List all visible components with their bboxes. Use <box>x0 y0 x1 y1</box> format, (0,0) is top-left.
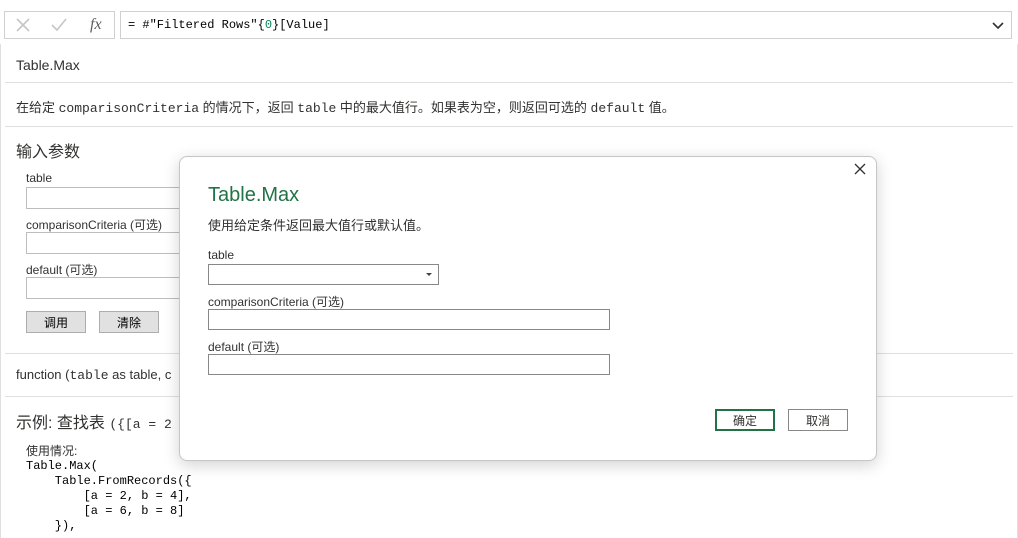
params-title: 输入参数 <box>16 144 81 161</box>
formula-input[interactable]: = #"Filtered Rows"{0}[Value] <box>120 11 1012 39</box>
insert-function-button[interactable]: fx <box>78 12 114 38</box>
chevron-down-icon[interactable] <box>988 15 1008 35</box>
param-input-default[interactable] <box>26 277 196 299</box>
field-label-comparison: comparisonCriteria (可选) <box>208 295 345 309</box>
param-label-table: table <box>26 171 53 185</box>
clear-button[interactable]: 清除 <box>99 311 159 333</box>
default-input[interactable] <box>208 354 610 375</box>
ok-button[interactable]: 确定 <box>715 409 775 431</box>
checkmark-icon <box>51 18 68 32</box>
formula-bar-buttons: fx <box>4 11 115 39</box>
close-icon[interactable] <box>852 161 868 177</box>
field-label-table: table <box>208 248 235 262</box>
param-label-comparison: comparisonCriteria (可选) <box>26 218 163 232</box>
table-select[interactable] <box>208 264 439 285</box>
comparison-criteria-input[interactable] <box>208 309 610 330</box>
function-signature: function (table as table, c <box>16 367 172 383</box>
fx-icon: fx <box>90 16 102 33</box>
divider <box>5 82 1013 83</box>
function-description: 在给定 comparisonCriteria 的情况下，返回 table 中的最… <box>16 100 675 116</box>
confirm-edit-button[interactable] <box>41 12 77 38</box>
dropdown-arrow-icon <box>426 273 432 276</box>
cancel-edit-button[interactable] <box>5 12 41 38</box>
dialog-title: Table.Max <box>208 184 300 206</box>
usage-code: Table.Max( Table.FromRecords({ [a = 2, b… <box>26 459 192 533</box>
param-input-table[interactable] <box>26 187 196 209</box>
example-title: 示例: 查找表 ({[a = 2 <box>16 415 172 432</box>
close-icon <box>16 18 30 32</box>
param-input-comparison[interactable] <box>26 232 196 254</box>
invoke-function-dialog: Table.Max 使用给定条件返回最大值行或默认值。 table compar… <box>179 156 877 461</box>
cancel-button[interactable]: 取消 <box>788 409 848 431</box>
param-label-default: default (可选) <box>26 263 98 277</box>
function-name: Table.Max <box>16 57 80 73</box>
field-label-default: default (可选) <box>208 340 280 354</box>
formula-text[interactable]: = #"Filtered Rows"{0}[Value] <box>128 18 330 32</box>
usage-label: 使用情况: <box>26 444 78 458</box>
invoke-button[interactable]: 调用 <box>26 311 86 333</box>
dialog-description: 使用给定条件返回最大值行或默认值。 <box>208 218 430 233</box>
divider <box>5 126 1013 127</box>
